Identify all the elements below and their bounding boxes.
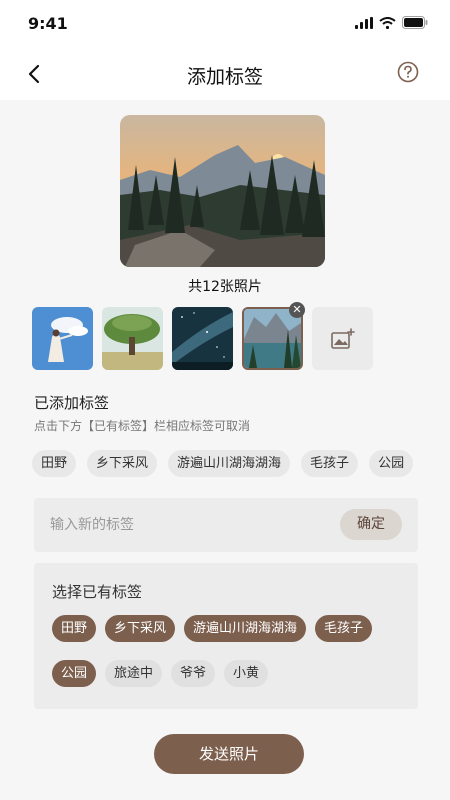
new-tag-box: 确定 — [34, 498, 418, 552]
thumbnail-girl-sky[interactable] — [32, 307, 93, 370]
added-tag[interactable]: 乡下采风 — [87, 450, 158, 477]
existing-tag-selected[interactable]: 毛孩子 — [315, 615, 373, 642]
main-photo — [120, 115, 325, 267]
existing-tag-selected[interactable]: 公园 — [52, 660, 97, 687]
new-tag-input[interactable] — [50, 498, 320, 552]
existing-tags-row: 公园 旅途中 爷爷 小黄 — [52, 660, 269, 687]
added-tag[interactable]: 田野 — [32, 450, 77, 477]
status-bar: 9:41 — [0, 0, 450, 48]
wifi-icon — [379, 16, 396, 29]
send-photos-button[interactable]: 发送照片 — [154, 734, 304, 774]
thumbnail-milky-way[interactable] — [172, 307, 233, 370]
add-image-icon — [330, 327, 355, 349]
existing-tag-selected[interactable]: 田野 — [52, 615, 97, 642]
existing-tag-selected[interactable]: 乡下采风 — [105, 615, 176, 642]
status-time: 9:41 — [28, 14, 68, 33]
signal-icon — [355, 16, 373, 29]
existing-tag-selected[interactable]: 游遍山川湖海湖海 — [184, 615, 307, 642]
add-photo-button[interactable] — [312, 307, 373, 370]
added-tags-hint: 点击下方【已有标签】栏相应标签可取消 — [34, 419, 251, 433]
status-icons — [355, 16, 428, 29]
nav-bar: 添加标签 — [0, 48, 450, 100]
thumbnail-tree-field[interactable] — [102, 307, 163, 370]
added-tags-list: 田野 乡下采风 游遍山川湖海湖海 毛孩子 公园 — [32, 450, 414, 477]
existing-tags-panel: 选择已有标签 田野 乡下采风 游遍山川湖海湖海 毛孩子 公园 旅途中 爷爷 小黄 — [34, 563, 418, 709]
battery-icon — [402, 16, 428, 29]
remove-photo-icon[interactable]: ✕ — [289, 302, 305, 318]
added-tag[interactable]: 游遍山川湖海湖海 — [168, 450, 291, 477]
thumbnail-strip — [32, 307, 373, 370]
added-tag[interactable]: 毛孩子 — [301, 450, 359, 477]
photo-count: 共12张照片 — [188, 279, 262, 295]
page-title: 添加标签 — [186, 66, 263, 88]
added-tags-title: 已添加标签 — [34, 394, 110, 412]
existing-tags-title: 选择已有标签 — [52, 583, 143, 601]
help-icon — [397, 61, 419, 83]
existing-tag[interactable]: 爷爷 — [171, 660, 216, 687]
confirm-button[interactable]: 确定 — [340, 509, 402, 540]
added-tag[interactable]: 公园 — [369, 450, 414, 477]
help-button[interactable] — [396, 60, 420, 84]
existing-tag[interactable]: 旅途中 — [105, 660, 163, 687]
existing-tag[interactable]: 小黄 — [224, 660, 269, 687]
existing-tags-row: 田野 乡下采风 游遍山川湖海湖海 毛孩子 — [52, 615, 373, 642]
